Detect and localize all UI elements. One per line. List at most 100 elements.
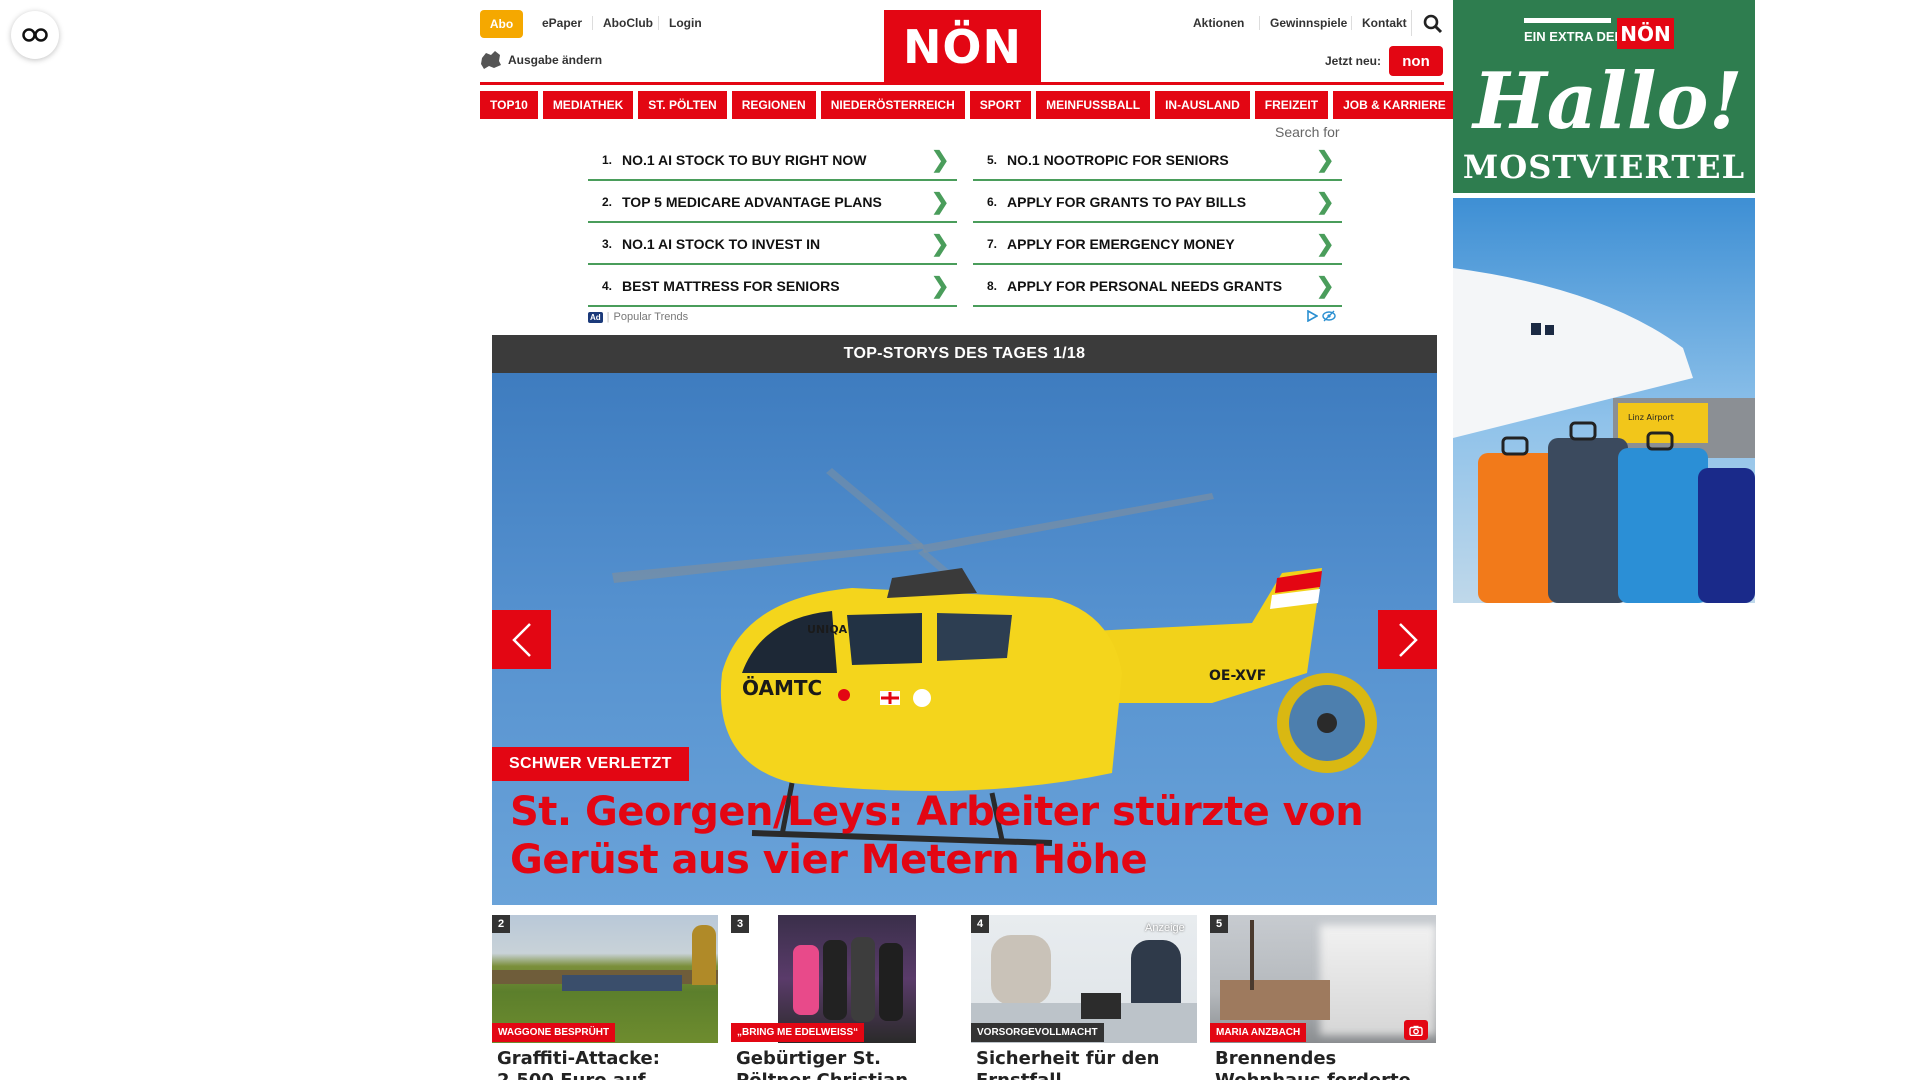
kontakt-link[interactable]: Kontakt bbox=[1351, 16, 1407, 30]
ad-link[interactable]: 4. BEST MATTRESS FOR SENIORS ❯ bbox=[588, 267, 957, 307]
ad-footer-text: Popular Trends bbox=[613, 311, 689, 323]
ad-link-number: 3. bbox=[601, 237, 612, 251]
edition-switch[interactable]: Ausgabe ändern bbox=[480, 50, 602, 70]
nav-item-sport[interactable]: SPORT bbox=[969, 91, 1032, 119]
side-ad-hallo: Hallo! bbox=[1473, 56, 1743, 147]
side-ad-extra-label: EIN EXTRA DER bbox=[1524, 29, 1624, 44]
nav-item-mediathek[interactable]: MEDIATHEK bbox=[542, 91, 634, 119]
main-nav: TOP10 MEDIATHEK ST. PÖLTEN REGIONEN NIED… bbox=[480, 91, 1456, 119]
ad-link[interactable]: 5. NO.1 NOOTROPIC FOR SENIORS ❯ bbox=[973, 141, 1342, 181]
chevron-left-icon bbox=[511, 622, 531, 657]
story-headline[interactable]: St. Georgen/Leys: Arbeiter stürzte von G… bbox=[510, 788, 1410, 884]
teaser-kicker: WAGGONE BESPRÜHT bbox=[492, 1023, 616, 1042]
ad-link-text: BEST MATTRESS FOR SENIORS bbox=[622, 278, 840, 294]
ad-link[interactable]: 2. TOP 5 MEDICARE ADVANTAGE PLANS ❯ bbox=[588, 183, 957, 223]
jetzt-neu-badge[interactable]: non bbox=[1389, 46, 1443, 76]
chevron-right-icon: ❯ bbox=[931, 189, 950, 214]
ad-link-number: 4. bbox=[601, 279, 612, 293]
ad-link-text: NO.1 AI STOCK TO BUY RIGHT NOW bbox=[622, 152, 867, 168]
camera-icon bbox=[1404, 1020, 1428, 1040]
teaser-title[interactable]: Sicherheit für den Ernstfall bbox=[976, 1048, 1194, 1080]
nav-item-freizeit[interactable]: FREIZEIT bbox=[1254, 91, 1329, 119]
ad-choices[interactable] bbox=[1306, 310, 1336, 322]
side-ad-airport-sign: Linz Airport bbox=[1628, 413, 1674, 422]
epaper-link[interactable]: ePaper bbox=[542, 16, 582, 30]
story-kicker: SCHWER VERLETZT bbox=[492, 747, 689, 781]
ad-search-label: Search for bbox=[1275, 124, 1340, 140]
teaser-kicker: MARIA ANZBACH bbox=[1210, 1023, 1307, 1042]
airport-suitcases-illustration: Linz Airport bbox=[1453, 268, 1755, 603]
ad-link-text: NO.1 AI STOCK TO INVEST IN bbox=[622, 236, 821, 252]
teaser-title[interactable]: Graffiti-Attacke: 2.500 Euro auf Ergreif… bbox=[497, 1048, 715, 1080]
reader-mode-button[interactable] bbox=[11, 11, 59, 59]
login-link[interactable]: Login bbox=[658, 16, 702, 30]
side-ad-logo: NÖN bbox=[1617, 18, 1674, 49]
teaser-title[interactable]: Gebürtiger St. Pöltner Christian Deix sc… bbox=[736, 1048, 954, 1080]
adchoices-play-icon bbox=[1307, 310, 1318, 322]
ad-link-text: NO.1 NOOTROPIC FOR SENIORS bbox=[1007, 152, 1229, 168]
ad-link-number: 1. bbox=[601, 153, 612, 167]
nav-item-meinfussball[interactable]: MEINFUSSBALL bbox=[1036, 91, 1151, 119]
helicopter-lettering: ÖAMTC bbox=[742, 676, 822, 700]
top-stories-heading: TOP-STORYS DES TAGES 1/18 bbox=[492, 335, 1437, 373]
nav-item-job-karriere[interactable]: JOB & KARRIERE bbox=[1333, 91, 1456, 119]
chevron-right-icon: ❯ bbox=[931, 273, 950, 298]
side-ad-banner[interactable]: EIN EXTRA DER NÖN Hallo! MOSTVIERTEL bbox=[1453, 0, 1755, 193]
chevron-right-icon: ❯ bbox=[1316, 189, 1335, 214]
ad-link[interactable]: 1. NO.1 AI STOCK TO BUY RIGHT NOW ❯ bbox=[588, 141, 957, 181]
ad-link-text: APPLY FOR EMERGENCY MONEY bbox=[1007, 236, 1235, 252]
ad-link-text: TOP 5 MEDICARE ADVANTAGE PLANS bbox=[622, 194, 882, 210]
chevron-right-icon: ❯ bbox=[1316, 273, 1335, 298]
chevron-right-icon bbox=[1398, 622, 1418, 657]
teaser-index: 4 bbox=[971, 915, 989, 933]
header-rule bbox=[480, 82, 1444, 85]
teaser-index: 3 bbox=[731, 915, 749, 933]
carousel-next-button[interactable] bbox=[1378, 610, 1437, 669]
teaser-ad-label: Anzeige bbox=[1145, 922, 1185, 934]
ad-link[interactable]: 7. APPLY FOR EMERGENCY MONEY ❯ bbox=[973, 225, 1342, 265]
aktionen-link[interactable]: Aktionen bbox=[1193, 16, 1244, 30]
ad-link[interactable]: 8. APPLY FOR PERSONAL NEEDS GRANTS ❯ bbox=[973, 267, 1342, 307]
nav-item-in-ausland[interactable]: IN-AUSLAND bbox=[1155, 91, 1250, 119]
ad-link-number: 7. bbox=[986, 237, 997, 251]
story-teaser[interactable]: 4 Anzeige VORSORGEVOLLMACHT Sicherheit f… bbox=[971, 915, 1197, 1080]
teaser-title[interactable]: Brennendes Wohnhaus forderte sieben bbox=[1215, 1048, 1433, 1080]
ad-badge: Ad bbox=[588, 311, 603, 323]
side-ad-region: MOSTVIERTEL bbox=[1462, 148, 1746, 186]
non-logo[interactable]: NÖN bbox=[884, 10, 1041, 83]
story-teaser[interactable]: 5 MARIA ANZBACH Brennendes Wohnhaus ford… bbox=[1210, 915, 1436, 1080]
story-teaser[interactable]: 3 „BRING ME EDELWEISS“ Gebürtiger St. Pö… bbox=[731, 915, 957, 1080]
teaser-index: 5 bbox=[1210, 915, 1228, 933]
gewinnspiele-link[interactable]: Gewinnspiele bbox=[1259, 16, 1347, 30]
ad-link[interactable]: 3. NO.1 AI STOCK TO INVEST IN ❯ bbox=[588, 225, 957, 265]
story-teaser[interactable]: 2 WAGGONE BESPRÜHT Graffiti-Attacke: 2.5… bbox=[492, 915, 718, 1080]
teaser-kicker: VORSORGEVOLLMACHT bbox=[971, 1023, 1104, 1042]
teaser-kicker: „BRING ME EDELWEISS“ bbox=[731, 1023, 865, 1042]
nav-item-niederoesterreich[interactable]: NIEDERÖSTERREICH bbox=[820, 91, 965, 119]
helicopter-sponsor-lettering: UNIQA bbox=[807, 623, 848, 636]
carousel-prev-button[interactable] bbox=[492, 610, 551, 669]
search-icon[interactable] bbox=[1423, 14, 1443, 39]
header-divider bbox=[1411, 10, 1412, 36]
nav-item-top10[interactable]: TOP10 bbox=[480, 91, 538, 119]
chevron-right-icon: ❯ bbox=[1316, 147, 1335, 172]
chevron-right-icon: ❯ bbox=[931, 231, 950, 256]
side-ad-photo[interactable]: Linz Airport bbox=[1453, 198, 1755, 603]
ad-link-text: APPLY FOR PERSONAL NEEDS GRANTS bbox=[1007, 278, 1283, 294]
ad-link-number: 8. bbox=[986, 279, 997, 293]
side-ad-rule bbox=[1524, 18, 1611, 23]
aboclub-link[interactable]: AboClub bbox=[592, 16, 653, 30]
glasses-icon bbox=[22, 28, 48, 42]
ad-link-number: 5. bbox=[986, 153, 997, 167]
nav-item-st-poelten[interactable]: ST. PÖLTEN bbox=[638, 91, 727, 119]
ad-link-number: 2. bbox=[601, 195, 612, 209]
abo-button[interactable]: Abo bbox=[480, 10, 523, 38]
ad-link[interactable]: 6. APPLY FOR GRANTS TO PAY BILLS ❯ bbox=[973, 183, 1342, 223]
ad-footer: Ad | Popular Trends bbox=[588, 311, 688, 323]
nav-item-regionen[interactable]: REGIONEN bbox=[731, 91, 816, 119]
ad-link-text: APPLY FOR GRANTS TO PAY BILLS bbox=[1007, 194, 1247, 210]
chevron-right-icon: ❯ bbox=[1316, 231, 1335, 256]
lower-austria-map-icon bbox=[481, 51, 501, 69]
ad-footer-divider: | bbox=[606, 311, 610, 323]
hero-story[interactable]: ÖAMTC UNIQA OE-XVF SCHWER VERLETZT St. G… bbox=[492, 373, 1437, 905]
